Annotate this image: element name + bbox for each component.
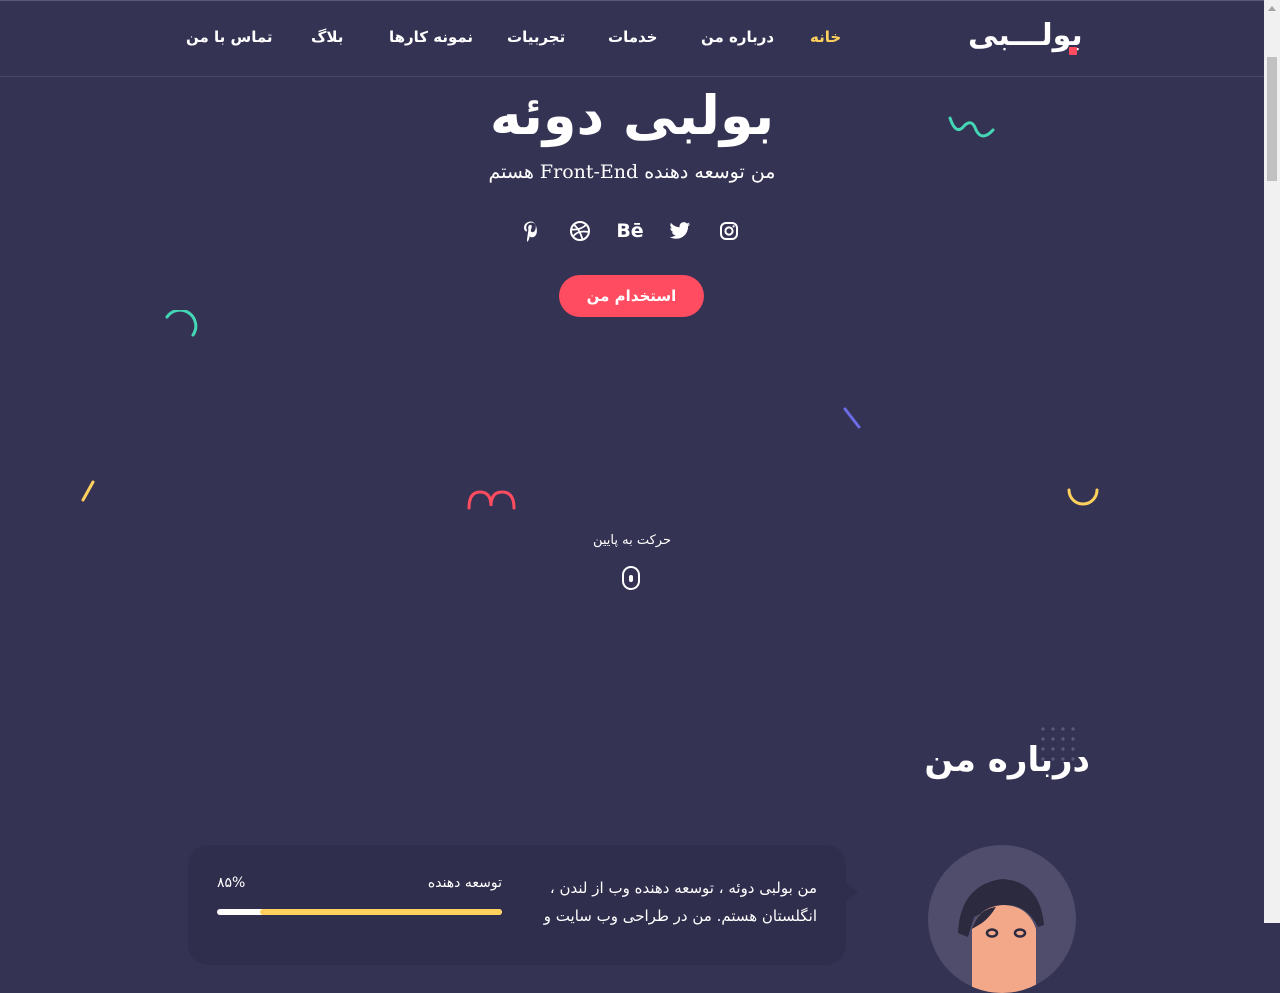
scroll-up-arrow-icon[interactable] xyxy=(1264,0,1280,17)
behance-icon[interactable]: Bē xyxy=(616,218,643,244)
nav-item-home[interactable]: خانه xyxy=(810,28,841,46)
mouse-wheel xyxy=(629,575,633,582)
skill-progress-fill xyxy=(259,909,502,915)
site-header: بولـــبی خانه درباره من خدمات تجربیات نم… xyxy=(0,0,1264,77)
nav-item-experience[interactable]: تجربیات xyxy=(507,28,565,46)
hire-me-button[interactable]: استخدام من xyxy=(559,275,704,317)
nav-item-contact[interactable]: تماس با من xyxy=(186,28,273,46)
instagram-icon[interactable] xyxy=(716,218,742,244)
about-card-pointer xyxy=(846,882,858,902)
scrollbar-thumb[interactable] xyxy=(1267,57,1277,181)
nav-item-about[interactable]: درباره من xyxy=(701,28,774,46)
about-title: درباره من xyxy=(924,740,1090,780)
skill-name: توسعه دهنده xyxy=(427,875,502,891)
red-wave-icon xyxy=(467,490,516,510)
purple-line-icon xyxy=(843,407,861,429)
teal-arc-icon xyxy=(165,310,198,337)
main-nav: خانه درباره من خدمات تجربیات نمونه کارها… xyxy=(0,28,1264,50)
skill-percent: ۸۵% xyxy=(217,875,246,891)
nav-item-portfolio[interactable]: نمونه کارها xyxy=(389,28,473,46)
hero-subtitle: من توسعه دهنده Front-End هستم xyxy=(488,161,776,183)
yellow-line-icon xyxy=(81,480,95,502)
scroll-down-label: حرکت به پایین xyxy=(592,533,672,548)
pinterest-icon[interactable] xyxy=(518,218,544,244)
about-bio: من بولبی دوئه ، توسعه دهنده وب از لندن ،… xyxy=(543,879,817,925)
avatar xyxy=(928,845,1076,993)
nav-item-services[interactable]: خدمات xyxy=(608,28,657,46)
social-links: Bē xyxy=(518,218,748,244)
dribbble-icon[interactable] xyxy=(567,218,593,244)
yellow-arc-icon xyxy=(1067,488,1099,506)
scroll-mouse-icon[interactable] xyxy=(622,566,640,590)
skill-progress-bar xyxy=(217,909,502,915)
page-scrollbar[interactable] xyxy=(1264,0,1280,923)
twitter-icon[interactable] xyxy=(667,218,693,244)
hero-name: بولبی دوئه xyxy=(489,84,775,147)
avatar-illustration xyxy=(958,879,1044,993)
nav-item-blog[interactable]: بلاگ xyxy=(311,28,343,46)
